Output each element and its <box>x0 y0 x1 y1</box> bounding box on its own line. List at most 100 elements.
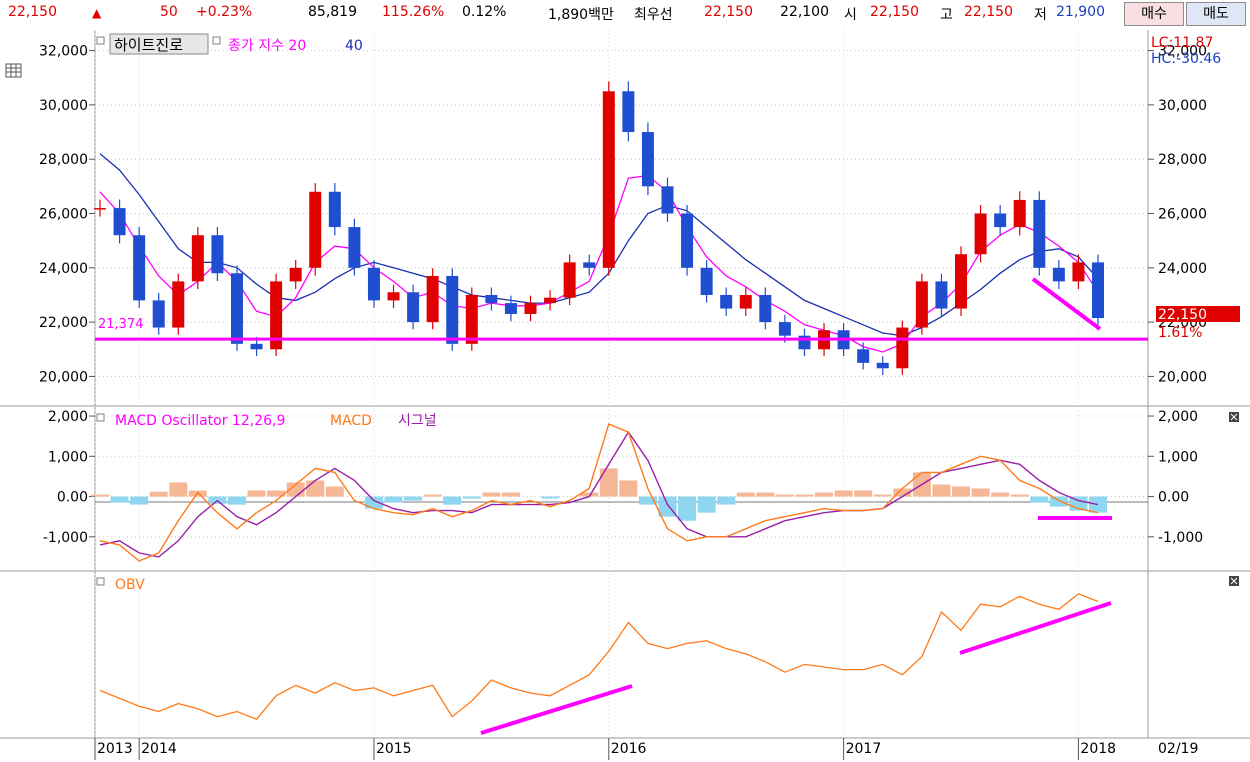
candle-body <box>544 297 557 304</box>
oscillator-bar <box>619 480 638 497</box>
candle-body <box>426 275 439 323</box>
best-ask-label: 최우선 <box>634 7 673 23</box>
oscillator-bar <box>795 494 814 497</box>
buy-button[interactable]: 매수 <box>1124 2 1184 26</box>
candle-body <box>1033 199 1046 268</box>
oscillator-bar <box>1010 494 1029 497</box>
low-price: 21,900 <box>1056 4 1105 20</box>
lc-label: LC:11.87 <box>1151 35 1213 51</box>
candle-body <box>563 262 576 298</box>
candle-body <box>485 294 498 304</box>
oscillator-bar <box>717 496 736 505</box>
macd-panel-label-left: 2,000 <box>48 409 88 425</box>
oscillator-bar <box>247 490 266 497</box>
oscillator-bar <box>873 494 892 497</box>
best-bid: 22,100 <box>780 4 829 20</box>
x-axis-label: 2017 <box>846 741 882 757</box>
candle-body <box>915 281 928 328</box>
candle-body <box>524 303 537 314</box>
candle-body <box>504 303 517 314</box>
candle-body <box>759 294 772 323</box>
price-change: 50 <box>160 4 178 20</box>
volume-ratio: 115.26% <box>382 4 445 20</box>
close-icon[interactable] <box>1229 576 1239 586</box>
oscillator-bar <box>130 496 149 505</box>
candle-body <box>230 273 243 344</box>
oscillator-bar <box>952 486 971 497</box>
high-price: 22,150 <box>964 4 1013 20</box>
price-panel-label-right: 20,000 <box>1158 369 1207 385</box>
price-change-pct: +0.23% <box>196 4 253 20</box>
price-panel-label-right: 28,000 <box>1158 152 1207 168</box>
high-label: 고 <box>940 7 953 23</box>
candle-body <box>446 275 459 344</box>
oscillator-bar <box>1049 496 1068 507</box>
oscillator-bar <box>110 496 129 503</box>
stock-name: 하이트진로 <box>114 36 183 54</box>
candle-body <box>1072 262 1085 282</box>
price-panel-label-left: 26,000 <box>39 207 88 223</box>
oscillator-bar <box>834 490 853 497</box>
macd-panel-label-left: 0.00 <box>57 490 88 506</box>
candle-body <box>172 281 185 328</box>
x-axis-label: 2015 <box>376 741 412 757</box>
macd-panel-label-left: -1,000 <box>43 530 88 546</box>
x-axis-label: 2018 <box>1080 741 1116 757</box>
oscillator-bar <box>149 491 168 497</box>
oscillator-bar <box>306 480 325 497</box>
price-panel-label-left: 30,000 <box>39 98 88 114</box>
oscillator-bar <box>1089 496 1107 513</box>
candle-body <box>700 267 713 295</box>
square-bullet-icon <box>96 413 105 422</box>
oscillator-bar <box>423 494 442 497</box>
open-price: 22,150 <box>870 4 919 20</box>
candle-body <box>152 300 165 328</box>
last-price-pct: 1.61% <box>1158 325 1202 341</box>
price-panel-label-right: 24,000 <box>1158 261 1207 277</box>
candle-body <box>583 262 596 268</box>
candle-body <box>876 362 889 369</box>
oscillator-bar <box>756 492 775 497</box>
candle-body <box>935 281 948 309</box>
candle-body <box>367 267 380 301</box>
turnover-rate: 0.12% <box>462 4 507 20</box>
candle-body <box>739 294 752 309</box>
candle-body <box>191 235 204 282</box>
candle-body <box>778 322 791 336</box>
square-bullet-icon <box>96 36 105 45</box>
candle-body <box>250 343 263 350</box>
candle-body <box>896 327 909 369</box>
macd-panel-label-right: 0.00 <box>1158 490 1189 506</box>
ma-period-40: 40 <box>345 38 363 54</box>
oscillator-bar <box>678 496 697 521</box>
oscillator-bar <box>815 492 834 497</box>
candle-body <box>955 254 968 309</box>
oscillator-bar <box>658 496 677 517</box>
candle-body <box>133 235 146 301</box>
oscillator-bar <box>971 488 990 497</box>
square-bullet-icon <box>96 577 105 586</box>
oscillator-bar <box>599 468 618 497</box>
current-price: 22,150 <box>8 4 57 20</box>
macd-panel-label-left: 1,000 <box>48 449 88 465</box>
candle-body <box>602 91 615 268</box>
macd-osc-label: MACD Oscillator 12,26,9 <box>115 413 285 429</box>
signal-label: 시그널 <box>398 413 437 429</box>
support-price-label: 21,374 <box>98 317 144 332</box>
table-icon[interactable] <box>5 63 22 78</box>
macd-label: MACD <box>330 413 372 429</box>
x-last-date: 02/19 <box>1158 741 1198 757</box>
close-icon[interactable] <box>1229 412 1239 422</box>
oscillator-bar <box>482 492 501 497</box>
oscillator-bar <box>404 496 423 501</box>
best-ask: 22,150 <box>704 4 753 20</box>
oscillator-bar <box>541 496 560 499</box>
x-axis-label: 2016 <box>611 741 647 757</box>
obv-label: OBV <box>115 577 145 593</box>
chart-area[interactable]: 32,000 32,00030,000 30,00028,000 28,00026,0… <box>0 28 1250 762</box>
sell-button[interactable]: 매도 <box>1186 2 1246 26</box>
candle-body <box>94 208 106 210</box>
oscillator-bar <box>991 492 1010 497</box>
candle-body <box>1013 199 1026 228</box>
candle-body <box>994 213 1007 228</box>
